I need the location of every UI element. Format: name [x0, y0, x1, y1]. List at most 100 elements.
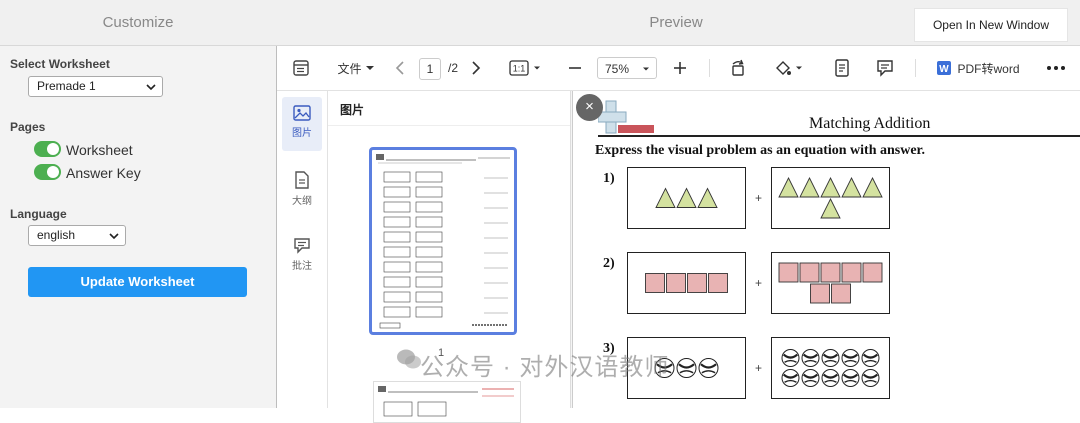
worksheet-toggle[interactable] [34, 141, 61, 157]
comment-icon [294, 238, 310, 254]
fill-color-icon[interactable] [771, 46, 805, 90]
triangle-shape [676, 187, 697, 208]
square-group [645, 273, 728, 293]
thumb-box [383, 291, 411, 303]
toolbar-divider [709, 59, 710, 77]
annotation-icon[interactable] [874, 46, 896, 90]
rail-item-images[interactable]: 图片 [282, 97, 322, 151]
thumb-box [383, 276, 411, 288]
square-shape [831, 283, 851, 304]
rail-item-label: 大纲 [292, 196, 312, 207]
problem-2-left-box [627, 252, 746, 314]
language-select-value: english [37, 228, 76, 242]
svg-text:1:1: 1:1 [513, 64, 526, 74]
triangle-shape [862, 176, 883, 198]
thumb-box [415, 186, 443, 198]
more-options-icon[interactable] [1041, 46, 1071, 90]
viewer-toolbar: 文件 1 /2 1:1 75% W PDF转word [277, 46, 1080, 91]
square-shape [820, 262, 841, 283]
thumb-box [415, 216, 443, 228]
chevron-down-icon [146, 84, 156, 91]
thumb-box [415, 231, 443, 243]
zoom-select[interactable]: 75% [597, 57, 657, 79]
worksheet-select[interactable]: Premade 1 [28, 76, 163, 97]
next-page-icon[interactable] [467, 46, 485, 90]
triangle-shape [820, 176, 841, 198]
file-menu-label: 文件 [337, 61, 362, 76]
top-bar: Customize Preview Open In New Window [0, 0, 1080, 46]
plus-logo-icon [598, 100, 654, 134]
page-thumbnail-2[interactable] [373, 381, 521, 423]
thumb-box [415, 171, 443, 183]
thumb-box [383, 201, 411, 213]
update-worksheet-button[interactable]: Update Worksheet [28, 267, 247, 297]
sidebar-toggle-icon[interactable] [289, 46, 313, 90]
file-menu[interactable]: 文件 [335, 46, 377, 90]
thumb-box [415, 306, 443, 318]
zoom-value: 75% [605, 62, 630, 76]
triangle-shape [799, 176, 820, 198]
worksheet-instruction: Express the visual problem as an equatio… [595, 143, 925, 158]
plus-sign: + [755, 276, 763, 290]
open-in-new-window-button[interactable]: Open In New Window [914, 8, 1068, 42]
word-icon: W [937, 61, 952, 75]
problem-number: 1) [603, 171, 615, 186]
triangle-shape [697, 187, 718, 208]
pdf-to-word-button[interactable]: W PDF转word [935, 46, 1021, 90]
image-icon [293, 105, 311, 121]
thumb-box [383, 306, 411, 318]
square-shape [862, 262, 883, 283]
square-shape [687, 273, 707, 293]
thumb-box [415, 261, 443, 273]
problem-3-right-box [771, 337, 890, 399]
rail-item-comments[interactable]: 批注 [282, 229, 322, 283]
zoom-out-icon[interactable] [565, 46, 585, 90]
worksheet-select-value: Premade 1 [37, 79, 96, 93]
current-page-input[interactable]: 1 [419, 58, 441, 80]
thumb-box [415, 291, 443, 303]
thumb-box [415, 276, 443, 288]
language-label: Language [10, 207, 67, 221]
thumb-box [383, 231, 411, 243]
problem-1-right-box [771, 167, 890, 229]
triangle-group [778, 176, 883, 219]
answer-key-toggle-label: Answer Key [66, 165, 141, 181]
document-icon[interactable] [831, 46, 853, 90]
thumb-box [415, 201, 443, 213]
rail-item-label: 批注 [292, 261, 312, 272]
thumb-box [383, 186, 411, 198]
problem-1-left-box [627, 167, 746, 229]
square-shape [778, 262, 799, 283]
zoom-in-icon[interactable] [670, 46, 690, 90]
plus-sign: + [755, 191, 763, 205]
worksheet-toggle-label: Worksheet [66, 142, 133, 158]
toolbar-divider [915, 59, 916, 77]
answer-key-toggle[interactable] [34, 164, 61, 180]
worksheet-title: Matching Addition [809, 115, 931, 132]
triangle-shape [820, 197, 841, 219]
rotate-icon[interactable] [727, 46, 749, 90]
viewer-rail: 图片 大纲 批注 [277, 91, 328, 408]
thumb-box [383, 216, 411, 228]
rail-item-outline[interactable]: 大纲 [282, 163, 322, 217]
problem-2-right-box [771, 252, 890, 314]
plus-sign: + [755, 361, 763, 375]
thumbnail-preview [376, 154, 510, 329]
square-group [778, 262, 883, 304]
select-worksheet-label: Select Worksheet [10, 57, 110, 71]
square-shape [810, 283, 830, 304]
triangle-shape [841, 176, 862, 198]
problem-number: 2) [603, 256, 615, 271]
close-icon[interactable]: × [576, 94, 603, 121]
triangle-shape [655, 187, 676, 208]
language-select[interactable]: english [28, 225, 126, 246]
pages-label: Pages [10, 120, 46, 134]
thumb-box [383, 171, 411, 183]
tab-customize[interactable]: Customize [0, 0, 276, 45]
customize-sidebar: Select Worksheet Premade 1 Pages Workshe… [0, 46, 277, 408]
page-thumbnail[interactable] [369, 147, 517, 335]
actual-size-icon[interactable]: 1:1 [507, 46, 543, 90]
rail-item-label: 图片 [292, 128, 312, 139]
title-rule [598, 135, 1080, 137]
prev-page-icon[interactable] [391, 46, 409, 90]
